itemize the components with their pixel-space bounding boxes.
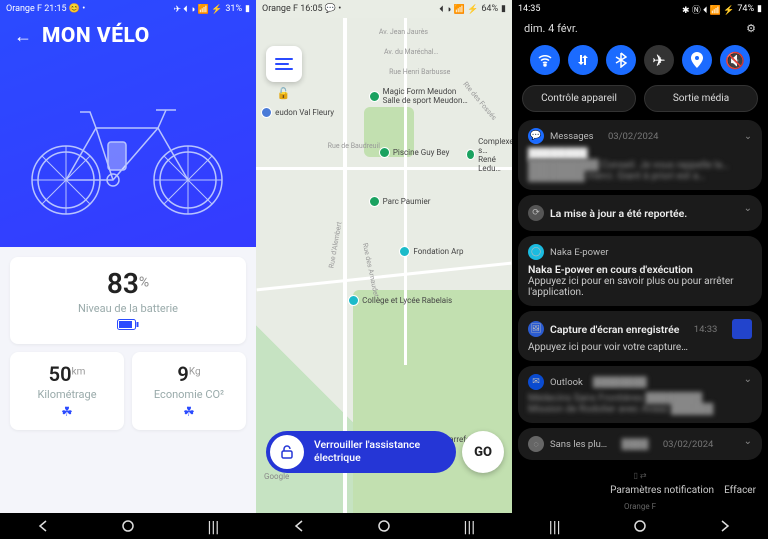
map-screen: Orange F 16:05 💬 • ⏴ ◑ 📶 ⚡ 64% ▮ Av. Jea…: [256, 0, 512, 539]
android-navbar: |||: [256, 513, 512, 539]
nav-back[interactable]: [715, 519, 735, 533]
battery-label: Niveau de la batterie: [20, 302, 236, 315]
battery-pct: 31%: [225, 4, 242, 14]
bluetooth-toggle[interactable]: [606, 45, 636, 75]
menu-button[interactable]: [266, 46, 302, 82]
nav-home[interactable]: [374, 519, 394, 533]
unlock-status-icon: 🔓: [276, 87, 290, 100]
poi-magicform[interactable]: Magic Form Meudon Salle de sport Meudon…: [369, 87, 468, 105]
quick-toggles: ✈ 🔇: [512, 39, 768, 81]
sim-icons: ▯ ⇄: [512, 470, 768, 481]
hamburger-icon: [275, 57, 293, 71]
nav-recent[interactable]: |||: [203, 519, 223, 533]
nav-home[interactable]: [118, 519, 138, 533]
settings-icon[interactable]: ⚙: [746, 22, 756, 35]
unlock-icon: [270, 435, 304, 469]
poi-college[interactable]: Collège et Lycée Rabelais: [348, 295, 452, 306]
status-bar: Orange F 21:15 😊 • ✈ ⏴ ◑ 📶 ⚡ 31% ▮: [0, 0, 256, 18]
bike-svg: [18, 80, 238, 220]
nav-back[interactable]: [33, 519, 53, 533]
notif-misc[interactable]: ◌Sans les plu… ████ 03/02/2024⌄: [518, 428, 762, 460]
status-time: 21:15: [44, 4, 66, 14]
notif-settings-button[interactable]: Paramètres notification: [610, 485, 714, 496]
android-navbar: |||: [512, 513, 768, 539]
data-toggle[interactable]: [568, 45, 598, 75]
nav-home[interactable]: [630, 519, 650, 533]
notif-update[interactable]: ⟳La mise à jour a été reportée.⌄: [518, 195, 762, 231]
back-icon[interactable]: ←: [14, 26, 32, 47]
poi-complexe[interactable]: Complexe s… René Ledu…: [466, 137, 512, 173]
map-canvas[interactable]: Av. Jean Jaurès Av. du Maréchal… Rue Hen…: [256, 18, 512, 513]
leaf-icon: ☘: [142, 405, 236, 420]
nav-recent[interactable]: |||: [459, 519, 479, 533]
page-title: MON VÉLO: [42, 24, 150, 48]
poi-arp[interactable]: Fondation Arp: [399, 246, 463, 257]
battery-value: 83: [107, 267, 139, 300]
notif-naka[interactable]: ◯Naka E-power Naka E-power en cours d'ex…: [518, 236, 762, 306]
media-output-button[interactable]: Sortie média: [644, 85, 758, 112]
carrier: Orange F: [6, 4, 42, 14]
mileage-card[interactable]: 50km Kilométrage ☘: [10, 352, 124, 430]
device-control-button[interactable]: Contrôle appareil: [522, 85, 636, 112]
notification-list: 💬Messages 03/02/2024⌄ ████████ █████████…: [512, 120, 768, 470]
carrier-label: Orange F: [512, 500, 768, 513]
mute-toggle[interactable]: 🔇: [720, 45, 750, 75]
go-button[interactable]: GO: [462, 431, 504, 473]
nav-recent[interactable]: |||: [545, 519, 565, 533]
android-navbar: |||: [0, 513, 256, 539]
lock-assist-button[interactable]: Verrouiller l'assistance électrique: [266, 431, 456, 473]
status-bar: Orange F 16:05 💬 • ⏴ ◑ 📶 ⚡ 64% ▮: [256, 0, 512, 18]
bike-app-screen: Orange F 21:15 😊 • ✈ ⏴ ◑ 📶 ⚡ 31% ▮ ← MON…: [0, 0, 256, 539]
leaf-icon: ☘: [20, 405, 114, 420]
battery-icon: [20, 319, 236, 334]
screenshot-thumb: [732, 319, 752, 339]
notif-outlook[interactable]: ✉Outlook████████⌄ Médecins Sans Frontièr…: [518, 366, 762, 423]
bike-illustration: [0, 52, 256, 247]
notif-screenshot[interactable]: 🖼Capture d'écran enregistrée 14:33 Appuy…: [518, 311, 762, 361]
clear-button[interactable]: Effacer: [724, 485, 756, 496]
airplane-toggle[interactable]: ✈: [644, 45, 674, 75]
notif-messages[interactable]: 💬Messages 03/02/2024⌄ ████████ █████████…: [518, 120, 762, 190]
battery-card[interactable]: 83% Niveau de la batterie: [10, 257, 246, 344]
poi-station[interactable]: eudon Val Fleury: [261, 107, 334, 118]
location-toggle[interactable]: [682, 45, 712, 75]
google-attribution: Google: [264, 472, 289, 481]
wifi-toggle[interactable]: [530, 45, 560, 75]
nav-back[interactable]: [289, 519, 309, 533]
qs-date: dim. 4 févr.: [524, 22, 578, 35]
status-bar: 14:35 ✱ Ⓝ ⏴ 📶 ⚡ 74% ▮: [512, 0, 768, 18]
notification-shade: 14:35 ✱ Ⓝ ⏴ 📶 ⚡ 74% ▮ dim. 4 févr. ⚙ ✈ 🔇…: [512, 0, 768, 539]
poi-paumier[interactable]: Parc Paumier: [369, 196, 431, 207]
co2-card[interactable]: 9Kg Economie CO² ☘: [132, 352, 246, 430]
poi-piscine[interactable]: Piscine Guy Bey: [379, 147, 450, 158]
